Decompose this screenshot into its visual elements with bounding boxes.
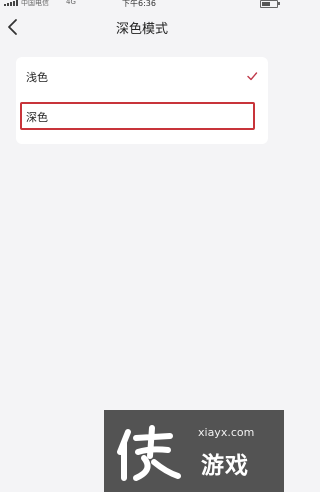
page-title: 深色模式	[115, 22, 168, 37]
network-type: 4G	[66, 0, 76, 6]
battery-icon	[260, 0, 280, 8]
carrier-name: 中国电信	[21, 0, 49, 7]
check-icon	[247, 72, 258, 81]
theme-options-list: 浅色 深色	[16, 57, 268, 144]
site-logo	[117, 425, 181, 481]
watermark: xiayx.com 游戏	[104, 410, 284, 492]
watermark-brand: 游戏	[201, 453, 249, 479]
status-bar: 中国电信 4G 下午6:36	[0, 0, 284, 9]
status-time: 下午6:36	[122, 0, 156, 8]
option-light-mode[interactable]: 浅色	[16, 57, 268, 97]
nav-bar: 深色模式	[0, 9, 284, 45]
option-label: 浅色	[26, 71, 48, 84]
watermark-site: xiayx.com	[198, 426, 255, 439]
option-dark-mode[interactable]: 深色	[16, 97, 268, 144]
option-label: 深色	[26, 111, 48, 124]
signal-strength-icon	[4, 0, 18, 6]
highlight-box	[20, 102, 255, 130]
